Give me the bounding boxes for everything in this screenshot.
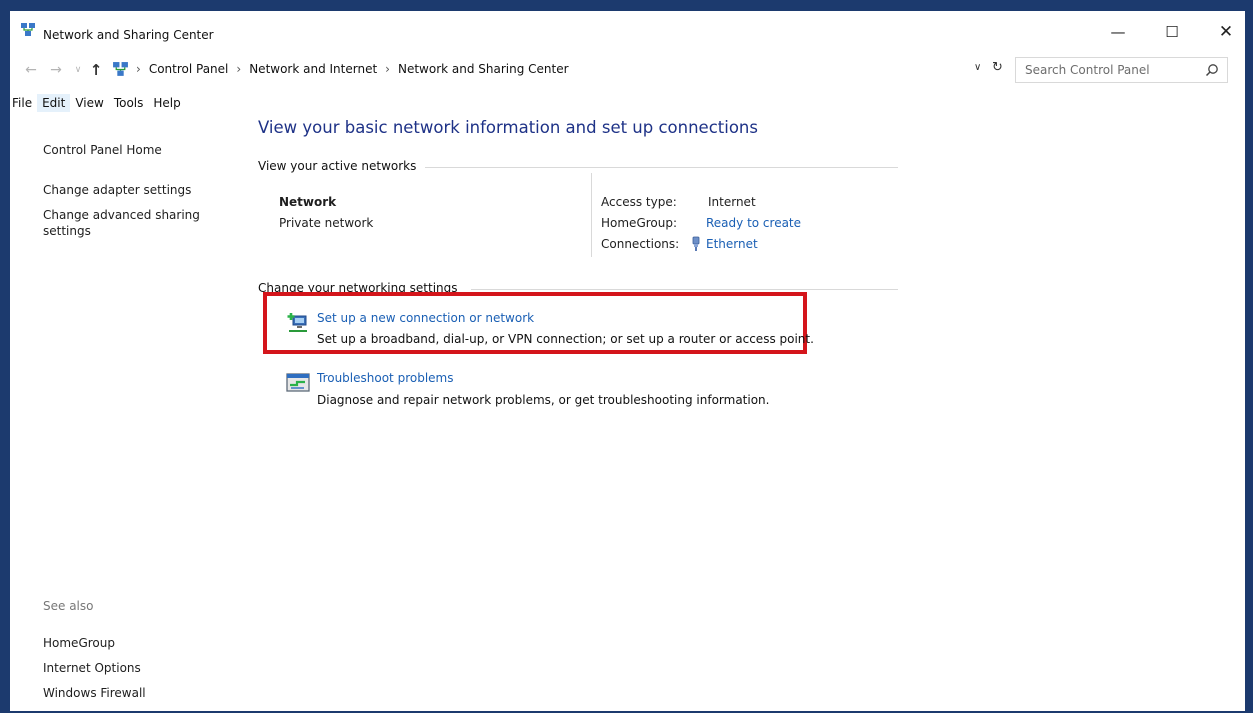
setup-new-connection-description: Set up a broadband, dial-up, or VPN conn… [317,332,814,346]
connections-label: Connections: [601,237,680,251]
search-input[interactable] [1016,58,1196,82]
window-title: Network and Sharing Center [43,28,214,42]
up-arrow-icon[interactable]: ↑ [87,60,105,80]
network-center-icon [21,23,35,36]
address-dropdown-icon[interactable]: ∨ [974,62,981,73]
maximize-button[interactable]: ☐ [1152,19,1192,45]
menu-view[interactable]: View [70,94,108,112]
navigation-bar: ← → ∨ ↑ › Control Panel › Network and In… [10,57,1248,83]
homegroup-link[interactable]: HomeGroup [43,635,238,651]
search-box[interactable] [1015,57,1228,83]
menu-file[interactable]: File [10,94,37,112]
setup-new-connection-link[interactable]: Set up a new connection or network [317,311,534,325]
internet-options-link[interactable]: Internet Options [43,660,238,676]
breadcrumb-network-and-internet[interactable]: Network and Internet [249,62,377,76]
address-bar[interactable]: › Control Panel › Network and Internet ›… [108,57,1004,83]
active-networks-section-title: View your active networks [258,159,417,173]
breadcrumb-control-panel[interactable]: Control Panel [149,62,229,76]
homegroup-ready-link[interactable]: Ready to create [706,216,801,230]
network-name: Network [279,195,337,209]
see-also-label: See also [43,599,94,613]
title-bar: Network and Sharing Center — ☐ ✕ [10,11,1248,45]
control-panel-icon [113,62,128,76]
menu-edit[interactable]: Edit [37,94,71,112]
change-advanced-sharing-settings-link[interactable]: Change advanced sharing settings [43,207,213,239]
network-sharing-center-window: Network and Sharing Center — ☐ ✕ ← → ∨ ↑… [10,11,1248,711]
menu-help[interactable]: Help [148,94,185,112]
breadcrumb-network-and-sharing-center[interactable]: Network and Sharing Center [398,62,569,76]
ethernet-icon [692,236,700,251]
windows-firewall-link[interactable]: Windows Firewall [43,685,238,701]
ethernet-connection-link[interactable]: Ethernet [706,237,758,251]
left-task-pane: Control Panel Home Change adapter settin… [10,113,245,711]
window-edge [1245,11,1248,711]
access-type-label: Access type: [601,195,677,209]
breadcrumb-chevron-icon[interactable]: › [136,62,141,76]
section-divider [425,167,898,168]
back-arrow-icon[interactable]: ← [22,60,40,80]
breadcrumb: › Control Panel › Network and Internet ›… [136,62,569,76]
minimize-button[interactable]: — [1098,19,1138,45]
forward-arrow-icon[interactable]: → [47,60,65,80]
menu-bar: File Edit View Tools Help [10,93,186,113]
troubleshoot-icon[interactable] [285,370,311,396]
breadcrumb-chevron-icon[interactable]: › [385,62,390,76]
page-title: View your basic network information and … [258,118,758,137]
refresh-icon[interactable]: ↻ [992,60,1003,75]
close-button[interactable]: ✕ [1206,19,1246,45]
section-divider [471,289,898,290]
access-type-value: Internet [708,195,756,209]
recent-locations-chevron-icon[interactable]: ∨ [69,60,87,80]
new-connection-icon[interactable] [285,309,311,335]
main-content: View your basic network information and … [245,113,1245,711]
menu-tools[interactable]: Tools [109,94,149,112]
network-info-divider [591,173,592,257]
breadcrumb-chevron-icon[interactable]: › [236,62,241,76]
search-icon[interactable] [1205,63,1219,77]
control-panel-home-link[interactable]: Control Panel Home [43,142,238,158]
troubleshoot-problems-link[interactable]: Troubleshoot problems [317,371,453,385]
network-type: Private network [279,216,374,230]
homegroup-label: HomeGroup: [601,216,678,230]
change-adapter-settings-link[interactable]: Change adapter settings [43,182,238,198]
troubleshoot-problems-description: Diagnose and repair network problems, or… [317,393,770,407]
